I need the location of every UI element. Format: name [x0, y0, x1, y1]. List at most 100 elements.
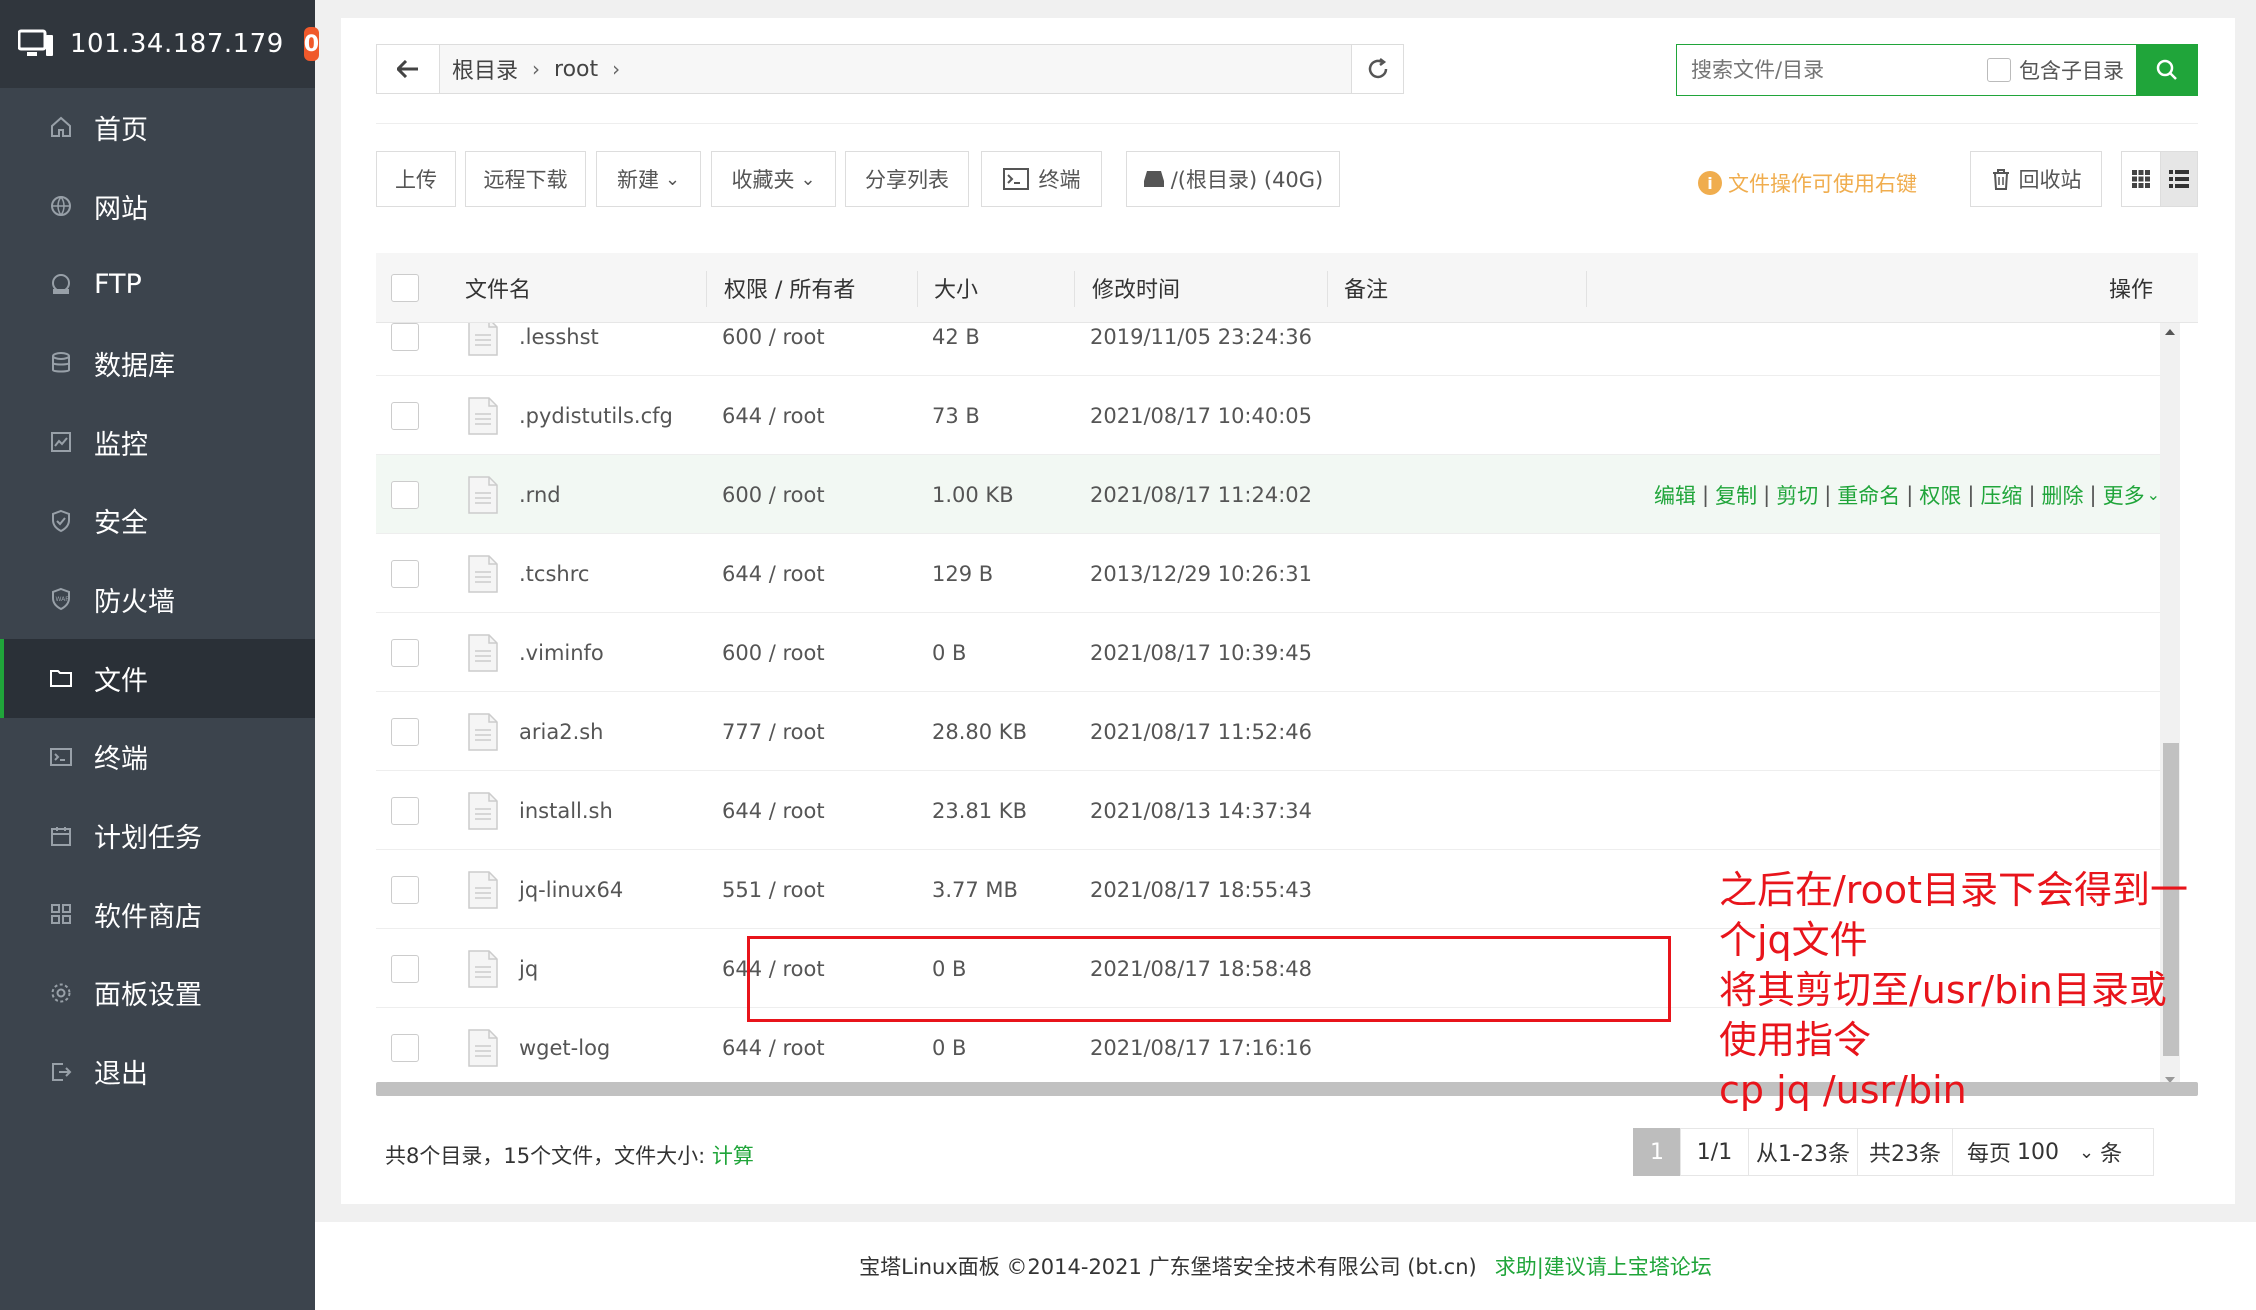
row-checkbox[interactable] [391, 1033, 419, 1062]
file-permission[interactable]: 644 / root [722, 771, 825, 850]
grid-view-button[interactable] [2121, 151, 2161, 207]
file-name[interactable]: .rnd [519, 455, 561, 534]
sidebar-item-database[interactable]: 数据库 [0, 324, 315, 403]
refresh-button[interactable] [1351, 45, 1403, 93]
file-icon-cell [468, 771, 498, 850]
sidebar-item-monitor[interactable]: 监控 [0, 403, 315, 482]
search-input[interactable] [1677, 46, 1987, 94]
include-subdir-checkbox[interactable] [1987, 58, 2011, 82]
file-name[interactable]: .lesshst [519, 323, 599, 376]
table-row[interactable]: .tcshrc 644 / root 129 B 2013/12/29 10:26:3… [376, 534, 2160, 613]
row-checkbox[interactable] [391, 638, 419, 667]
file-permission[interactable]: 600 / root [722, 323, 825, 376]
file-name[interactable]: install.sh [519, 771, 613, 850]
file-size: 42 B [932, 324, 980, 349]
file-permission[interactable]: 600 / root [722, 455, 825, 534]
new-dropdown[interactable]: 新建 ⌄ [596, 151, 701, 207]
row-action-link[interactable]: 重命名 [1837, 480, 1900, 510]
row-action-link[interactable]: 复制 [1715, 480, 1757, 510]
file-name[interactable]: .pydistutils.cfg [519, 376, 673, 455]
file-name[interactable]: aria2.sh [519, 692, 604, 771]
file-permission[interactable]: 644 / root [722, 376, 825, 455]
page-total: 共23条 [1857, 1128, 1953, 1176]
scroll-up-icon[interactable] [2160, 325, 2180, 339]
sidebar-item-terminal[interactable]: 终端 [0, 718, 315, 797]
calculate-size-link[interactable]: 计算 [712, 1144, 754, 1168]
column-modified[interactable]: 修改时间 [1092, 253, 1180, 323]
row-action-link[interactable]: 更多 [2103, 480, 2145, 510]
row-checkbox[interactable] [391, 875, 419, 904]
file-size: 129 B [932, 561, 994, 586]
sidebar-item-security[interactable]: 安全 [0, 481, 315, 560]
include-subdir-label: 包含子目录 [2019, 59, 2124, 83]
row-action-link[interactable]: 剪切 [1776, 480, 1818, 510]
row-action-link[interactable]: 权限 [1919, 480, 1961, 510]
file-name[interactable]: .tcshrc [519, 534, 589, 613]
forum-link[interactable]: 求助|建议请上宝塔论坛 [1495, 1251, 1712, 1281]
sidebar-item-store[interactable]: 软件商店 [0, 875, 315, 954]
file-permission[interactable]: 551 / root [722, 850, 825, 929]
include-subdir-toggle[interactable]: 包含子目录 [1987, 55, 2136, 85]
sidebar-item-ftp[interactable]: FTP [0, 245, 315, 324]
sidebar-item-logout[interactable]: 退出 [0, 1032, 315, 1111]
select-all-checkbox[interactable] [391, 274, 419, 302]
sidebar-item-settings[interactable]: 面板设置 [0, 954, 315, 1033]
column-permission[interactable]: 权限 / 所有者 [724, 253, 855, 323]
row-action-link[interactable]: 删除 [2042, 480, 2084, 510]
row-checkbox[interactable] [391, 796, 419, 825]
row-action-link[interactable]: 编辑 [1654, 480, 1696, 510]
share-list-button[interactable]: 分享列表 [845, 151, 969, 207]
sidebar-item-files[interactable]: 文件 [0, 638, 315, 718]
file-name[interactable]: wget-log [519, 1008, 610, 1087]
file-name[interactable]: jq [519, 929, 538, 1008]
file-permission[interactable]: 644 / root [722, 534, 825, 613]
back-button[interactable] [377, 45, 440, 93]
per-page-select[interactable]: 100 ⌄ [2011, 1128, 2100, 1176]
sidebar-item-firewall[interactable]: WAF 防火墙 [0, 560, 315, 639]
list-view-button[interactable] [2160, 151, 2198, 207]
breadcrumb-root[interactable]: 根目录 [452, 53, 518, 85]
shield-icon [48, 508, 74, 534]
file-name[interactable]: jq-linux64 [519, 850, 623, 929]
table-row[interactable]: aria2.sh 777 / root 28.80 KB 2021/08/17 11:… [376, 692, 2160, 771]
sidebar-item-label: 监控 [94, 429, 148, 461]
favorites-dropdown[interactable]: 收藏夹 ⌄ [711, 151, 836, 207]
column-size[interactable]: 大小 [934, 253, 978, 323]
recycle-bin-button[interactable]: 回收站 [1970, 151, 2102, 207]
table-row[interactable]: .viminfo 600 / root 0 B 2021/08/17 10:39:45 [376, 613, 2160, 692]
row-checkbox[interactable] [391, 559, 419, 588]
row-checkbox[interactable] [391, 323, 419, 351]
monitor-icon [17, 29, 54, 59]
row-action-link[interactable]: 压缩 [1980, 480, 2022, 510]
row-checkbox[interactable] [391, 480, 419, 509]
file-icon-cell [468, 692, 498, 771]
breadcrumb-item[interactable]: root [554, 57, 598, 82]
page-current[interactable]: 1 [1633, 1128, 1681, 1176]
sidebar-item-website[interactable]: 网站 [0, 167, 315, 246]
row-checkbox[interactable] [391, 717, 419, 746]
file-name[interactable]: .viminfo [519, 613, 604, 692]
action-separator: | [1906, 482, 1914, 507]
table-row[interactable]: install.sh 644 / root 23.81 KB 2021/08/13 1… [376, 771, 2160, 850]
table-row[interactable]: .lesshst 600 / root 42 B 2019/11/05 23:24:3… [376, 323, 2160, 376]
terminal-button[interactable]: 终端 [981, 151, 1102, 207]
disk-button[interactable]: /(根目录) (40G) [1126, 151, 1340, 207]
chevron-down-icon: ⌄ [800, 168, 816, 190]
info-icon: i [1698, 171, 1722, 195]
per-page-unit: 条 [2100, 1142, 2123, 1167]
table-row[interactable]: .pydistutils.cfg 644 / root 73 B 2021/08/17… [376, 376, 2160, 455]
file-permission[interactable]: 600 / root [722, 613, 825, 692]
column-name[interactable]: 文件名 [465, 253, 531, 323]
search-button[interactable] [2136, 44, 2198, 96]
sidebar-item-cron[interactable]: 计划任务 [0, 796, 315, 875]
upload-button[interactable]: 上传 [376, 151, 456, 207]
sidebar-item-home[interactable]: 首页 [0, 88, 315, 167]
row-checkbox[interactable] [391, 954, 419, 983]
table-row[interactable]: .rnd 600 / root 1.00 KB 2021/08/17 11:24:02… [376, 455, 2160, 534]
notification-badge[interactable]: 0 [303, 27, 320, 61]
row-checkbox[interactable] [391, 401, 419, 430]
file-permission[interactable]: 777 / root [722, 692, 825, 771]
row-checkbox-cell [391, 929, 419, 1008]
column-divider [917, 271, 918, 307]
remote-download-button[interactable]: 远程下载 [465, 151, 586, 207]
